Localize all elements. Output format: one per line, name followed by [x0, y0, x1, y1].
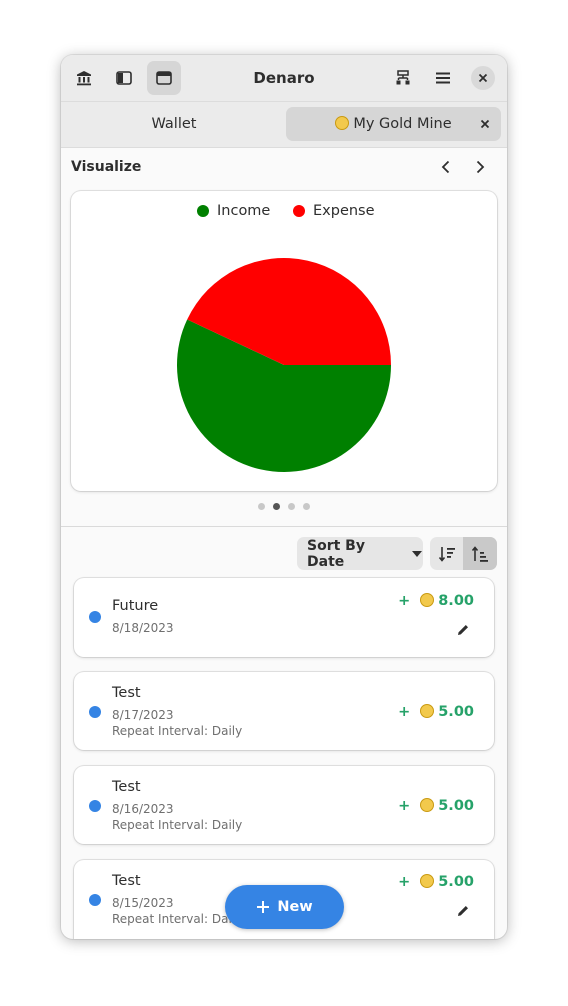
bank-icon[interactable]	[67, 61, 101, 95]
transaction-name: Future	[112, 598, 159, 614]
transaction-amount: +8.00	[398, 593, 474, 609]
page-dot[interactable]	[303, 503, 310, 510]
transaction-dot	[89, 611, 101, 623]
coin-icon	[420, 798, 435, 812]
header-bar: Denaro	[61, 55, 507, 102]
tab-label: My Gold Mine	[353, 116, 452, 132]
page-dot[interactable]	[258, 503, 265, 510]
transaction-repeat: Repeat Interval: Daily	[112, 912, 243, 926]
transaction-date: 8/16/2023	[112, 802, 174, 816]
transaction-date: 8/17/2023	[112, 708, 174, 722]
edit-pencil-icon[interactable]	[454, 902, 472, 920]
transaction-amount: +5.00	[398, 704, 474, 720]
transaction-name: Test	[112, 873, 141, 889]
transaction-name: Test	[112, 779, 141, 795]
window-icon[interactable]	[147, 61, 181, 95]
coin-icon	[335, 116, 350, 130]
new-button-label: New	[277, 899, 313, 915]
transaction-dot	[89, 800, 101, 812]
transaction-repeat: Repeat Interval: Daily	[112, 818, 243, 832]
sort-ascending-icon[interactable]	[463, 537, 497, 570]
page-dot[interactable]	[273, 503, 280, 510]
tab-bar: Wallet My Gold Mine	[61, 102, 507, 148]
hamburger-menu-icon[interactable]	[426, 61, 460, 95]
coin-icon	[420, 874, 435, 888]
tab-close-icon[interactable]	[477, 116, 493, 132]
plus-icon	[257, 901, 270, 913]
transaction-name: Test	[112, 685, 141, 701]
close-icon[interactable]	[471, 66, 495, 90]
accounts-hierarchy-icon[interactable]	[386, 61, 420, 95]
transaction-dot	[89, 706, 101, 718]
transaction-amount: +5.00	[398, 874, 474, 890]
page-indicator	[61, 503, 507, 511]
transaction-date: 8/15/2023	[112, 896, 174, 910]
transaction-amount: +5.00	[398, 798, 474, 814]
chevron-left-icon[interactable]	[434, 155, 458, 179]
transaction-card[interactable]: Test 8/16/2023 Repeat Interval: Daily +5…	[74, 766, 494, 844]
divider	[61, 526, 507, 527]
visualize-title: Visualize	[71, 159, 142, 175]
sort-descending-icon[interactable]	[430, 537, 463, 570]
coin-icon	[420, 704, 435, 718]
edit-pencil-icon[interactable]	[454, 621, 472, 639]
transaction-card[interactable]: Future 8/18/2023 +8.00	[74, 578, 494, 657]
chevron-right-icon[interactable]	[468, 155, 492, 179]
sort-order-toggle	[430, 537, 497, 570]
coin-icon	[420, 593, 435, 607]
sort-label: Sort By Date	[307, 537, 365, 570]
transaction-repeat: Repeat Interval: Daily	[112, 724, 243, 738]
tab-label: Wallet	[151, 116, 197, 132]
new-transaction-button[interactable]: New	[225, 885, 344, 929]
tab-wallet[interactable]: Wallet	[65, 107, 283, 141]
caret-down-icon	[411, 546, 423, 562]
chart-card: Income Expense	[71, 191, 497, 491]
tab-my-gold-mine[interactable]: My Gold Mine	[286, 107, 501, 141]
transaction-dot	[89, 894, 101, 906]
app-window: Denaro Wallet My Gold Mine Visualize Inc…	[61, 55, 507, 939]
page-dot[interactable]	[288, 503, 295, 510]
sort-by-dropdown[interactable]: Sort By Date	[297, 537, 423, 570]
sidebar-toggle-icon[interactable]	[107, 61, 141, 95]
transaction-date: 8/18/2023	[112, 621, 174, 635]
pie-chart	[176, 258, 391, 473]
transaction-card[interactable]: Test 8/17/2023 Repeat Interval: Daily +5…	[74, 672, 494, 750]
